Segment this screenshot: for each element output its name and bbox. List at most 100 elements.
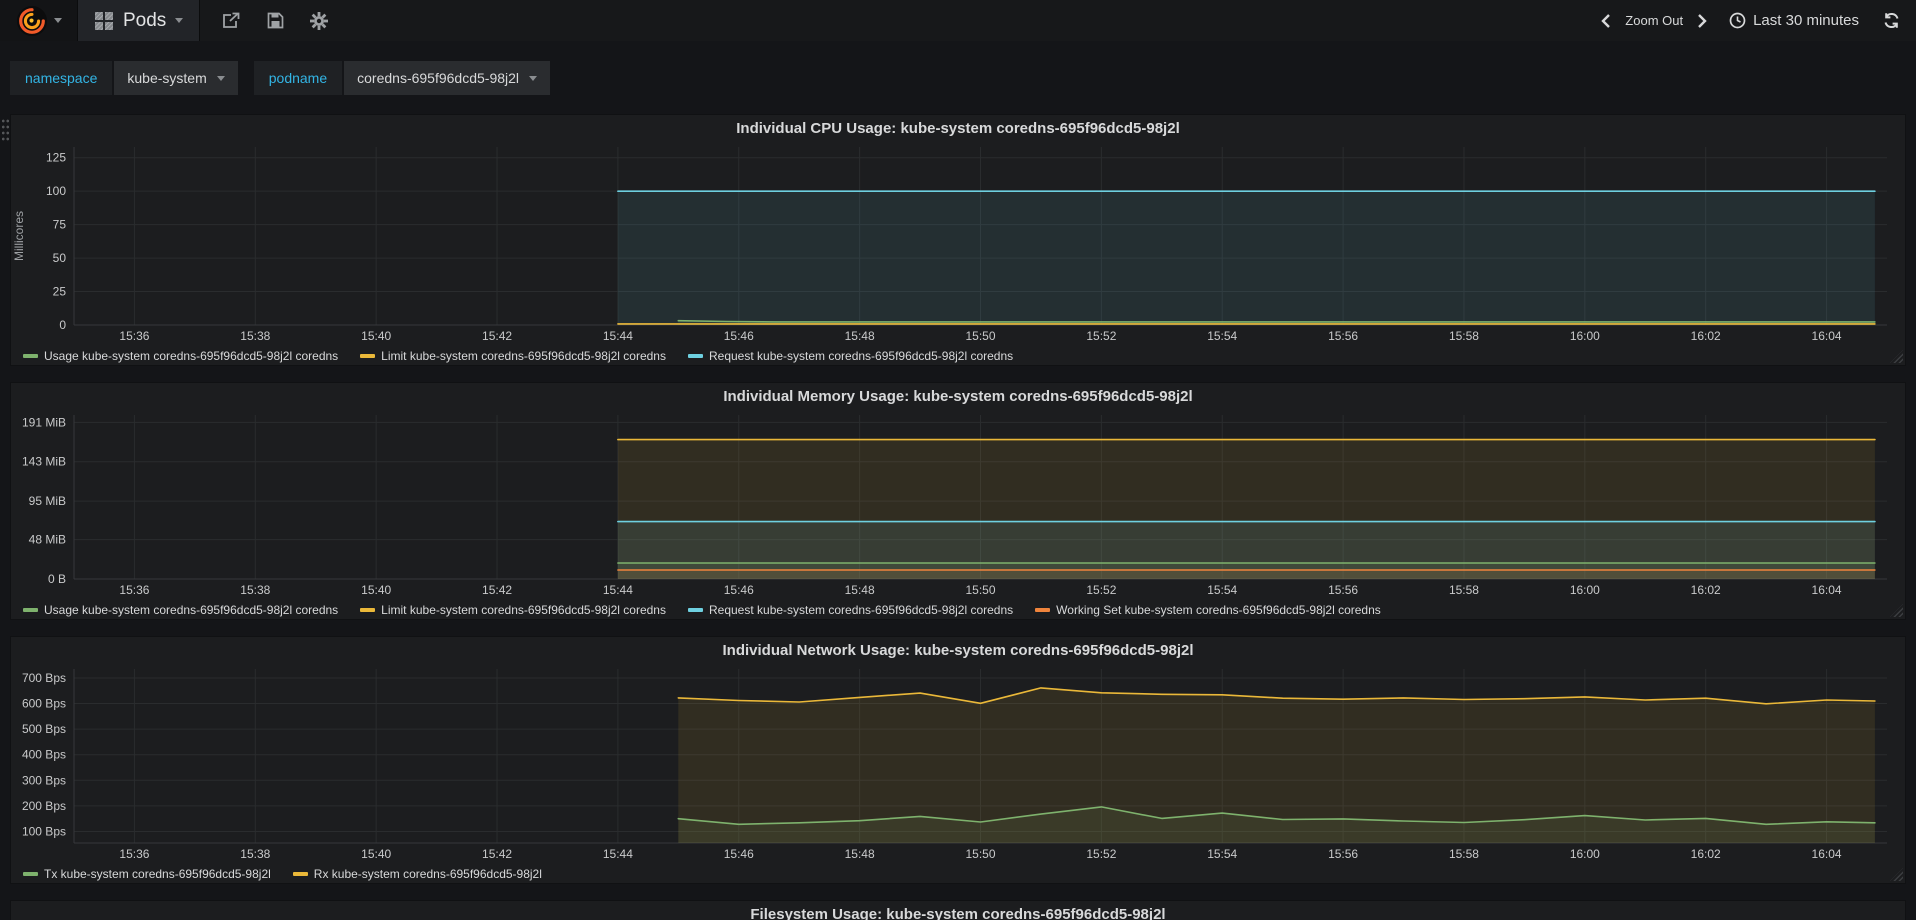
dashboard-picker[interactable]: Pods	[78, 0, 201, 41]
x-tick-label: 15:52	[1086, 329, 1116, 343]
x-tick-label: 15:56	[1328, 583, 1358, 597]
panel-filesystem-usage: Filesystem Usage: kube-system coredns-69…	[10, 900, 1906, 920]
x-tick-label: 15:54	[1207, 847, 1237, 861]
x-tick-label: 15:44	[603, 847, 633, 861]
x-tick-label: 15:42	[482, 583, 512, 597]
legend-item[interactable]: Tx kube-system coredns-695f96dcd5-98j2l	[23, 867, 271, 881]
y-tick-label: 191 MiB	[22, 415, 66, 429]
y-tick-label: 200 Bps	[22, 799, 66, 813]
y-tick-label: 100	[46, 184, 66, 198]
zoom-out-button[interactable]: Zoom Out	[1625, 13, 1683, 28]
x-tick-label: 15:48	[845, 329, 875, 343]
variable-namespace-value: kube-system	[127, 70, 207, 86]
variable-namespace-label: namespace	[10, 61, 113, 95]
save-icon	[267, 12, 284, 29]
panel-title[interactable]: Individual Memory Usage: kube-system cor…	[11, 383, 1905, 409]
panel-network-usage: Individual Network Usage: kube-system co…	[10, 636, 1906, 884]
grafana-logo-icon	[16, 5, 47, 36]
network-legend: Tx kube-system coredns-695f96dcd5-98j2l R…	[11, 863, 1905, 885]
panel-cpu-usage: Individual CPU Usage: kube-system coredn…	[10, 114, 1906, 366]
x-tick-label: 15:52	[1086, 847, 1116, 861]
y-tick-label: 0	[59, 318, 66, 332]
legend-series-label: Usage kube-system coredns-695f96dcd5-98j…	[44, 349, 339, 363]
x-tick-label: 15:50	[965, 847, 995, 861]
y-tick-label: 75	[53, 218, 67, 232]
share-button[interactable]	[222, 12, 241, 29]
y-tick-label: 600 Bps	[22, 697, 66, 711]
x-tick-label: 15:58	[1449, 329, 1479, 343]
legend-item[interactable]: Working Set kube-system coredns-695f96dc…	[1035, 603, 1381, 617]
legend-item[interactable]: Rx kube-system coredns-695f96dcd5-98j2l	[292, 867, 542, 881]
legend-series-label: Limit kube-system coredns-695f96dcd5-98j…	[381, 603, 666, 617]
legend-item[interactable]: Limit kube-system coredns-695f96dcd5-98j…	[360, 349, 666, 363]
y-tick-label: 400 Bps	[22, 748, 66, 762]
x-tick-label: 16:02	[1691, 847, 1721, 861]
refresh-button[interactable]	[1883, 12, 1900, 29]
series-fill	[617, 191, 1875, 325]
variable-namespace-select[interactable]: kube-system	[114, 61, 238, 95]
legend-series-color	[23, 872, 38, 876]
legend-item[interactable]: Limit kube-system coredns-695f96dcd5-98j…	[360, 603, 666, 617]
y-tick-label: 25	[53, 285, 67, 299]
x-tick-label: 15:42	[482, 847, 512, 861]
x-tick-label: 15:56	[1328, 847, 1358, 861]
legend-series-color	[360, 354, 376, 358]
y-tick-label: 700 Bps	[22, 671, 66, 685]
x-tick-label: 15:38	[240, 583, 270, 597]
cpu-legend: Usage kube-system coredns-695f96dcd5-98j…	[11, 345, 1905, 367]
x-tick-label: 16:04	[1812, 583, 1842, 597]
legend-series-label: Limit kube-system coredns-695f96dcd5-98j…	[381, 349, 666, 363]
legend-series-label: Working Set kube-system coredns-695f96dc…	[1056, 603, 1381, 617]
settings-button[interactable]	[310, 11, 329, 30]
memory-legend: Usage kube-system coredns-695f96dcd5-98j…	[11, 599, 1905, 621]
variable-podname: podname coredns-695f96dcd5-98j2l	[253, 61, 551, 95]
time-back-button[interactable]	[1601, 13, 1611, 28]
time-controls: Zoom Out Last 30 minutes	[1601, 0, 1916, 41]
time-forward-button[interactable]	[1697, 13, 1707, 28]
grafana-menu-button[interactable]	[0, 0, 78, 41]
y-tick-label: 500 Bps	[22, 722, 66, 736]
x-tick-label: 15:50	[965, 329, 995, 343]
memory-chart-svg: 191 MiB 143 MiB 95 MiB 48 MiB 0 B 15:36 15:38 1…	[22, 415, 1887, 597]
legend-item[interactable]: Usage kube-system coredns-695f96dcd5-98j…	[23, 349, 338, 363]
x-tick-label: 15:48	[845, 847, 875, 861]
save-button[interactable]	[267, 12, 284, 29]
gear-icon	[310, 11, 329, 30]
legend-series-color	[360, 608, 376, 612]
x-tick-label: 15:36	[119, 583, 149, 597]
legend-series-label: Request kube-system coredns-695f96dcd5-9…	[708, 349, 1014, 363]
variable-podname-select[interactable]: coredns-695f96dcd5-98j2l	[344, 61, 551, 95]
panel-title[interactable]: Filesystem Usage: kube-system coredns-69…	[11, 901, 1905, 920]
legend-item[interactable]: Request kube-system coredns-695f96dcd5-9…	[687, 349, 1014, 363]
x-tick-label: 15:54	[1207, 329, 1237, 343]
time-range-label: Last 30 minutes	[1753, 12, 1859, 29]
time-range-picker[interactable]: Last 30 minutes	[1729, 12, 1859, 29]
x-tick-label: 15:56	[1328, 329, 1358, 343]
row-drag-handle[interactable]	[1, 118, 10, 142]
chevron-down-icon	[175, 18, 184, 23]
x-tick-label: 15:36	[119, 847, 149, 861]
legend-series-color	[1035, 608, 1051, 612]
series-fill	[617, 570, 1875, 579]
x-tick-label: 16:00	[1570, 583, 1600, 597]
legend-series-label: Request kube-system coredns-695f96dcd5-9…	[708, 603, 1014, 617]
y-tick-label: 95 MiB	[29, 494, 66, 508]
y-tick-label: 48 MiB	[29, 533, 66, 547]
chevron-down-icon	[53, 18, 62, 23]
x-tick-label: 15:48	[845, 583, 875, 597]
legend-item[interactable]: Usage kube-system coredns-695f96dcd5-98j…	[23, 603, 338, 617]
network-chart-svg: 700 Bps 600 Bps 500 Bps 400 Bps 300 Bps 200 B…	[22, 669, 1887, 861]
panel-title[interactable]: Individual Network Usage: kube-system co…	[11, 637, 1905, 663]
panel-memory-usage: Individual Memory Usage: kube-system cor…	[10, 382, 1906, 620]
legend-item[interactable]: Request kube-system coredns-695f96dcd5-9…	[687, 603, 1014, 617]
x-tick-label: 15:52	[1086, 583, 1116, 597]
y-tick-label: 100 Bps	[22, 824, 66, 838]
x-tick-label: 15:54	[1207, 583, 1237, 597]
chevron-right-icon	[1698, 13, 1707, 28]
x-tick-label: 16:02	[1691, 583, 1721, 597]
x-tick-label: 16:04	[1812, 847, 1842, 861]
panel-title[interactable]: Individual CPU Usage: kube-system coredn…	[11, 115, 1905, 141]
x-tick-label: 15:40	[361, 329, 391, 343]
share-icon	[223, 12, 240, 28]
chevron-left-icon	[1601, 13, 1611, 28]
